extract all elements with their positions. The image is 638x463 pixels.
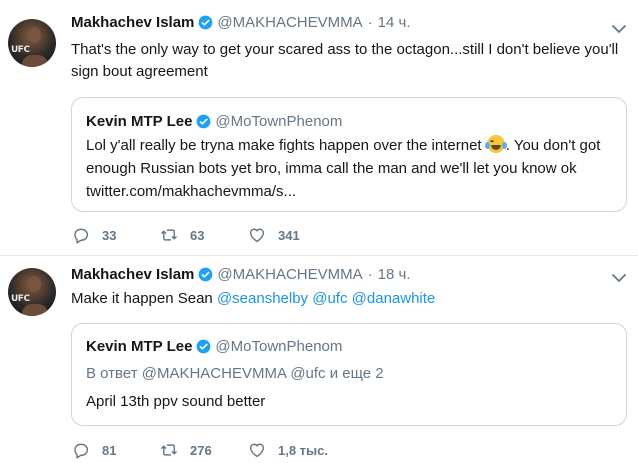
retweet-button[interactable]: 276 <box>160 441 248 459</box>
reply-button[interactable]: 33 <box>72 226 160 244</box>
verified-badge-icon <box>197 114 211 129</box>
avatar-body <box>22 55 48 67</box>
mention-link[interactable]: @ufc <box>312 290 347 307</box>
author-handle[interactable]: @MAKHACHEVMMA <box>217 266 362 283</box>
retweet-button[interactable]: 63 <box>160 226 248 244</box>
tweet[interactable]: UFC Makhachev Islam @MAKHACHEVMMA · 14 ч… <box>0 0 638 256</box>
quoted-author-name: Kevin MTP Lee <box>86 113 193 130</box>
retweet-icon <box>161 444 177 456</box>
quoted-tweet-header: Kevin MTP Lee @MoTownPhenom <box>86 338 342 355</box>
tweet-text-prefix: Make it happen Sean <box>71 290 217 307</box>
separator-dot: · <box>367 266 373 283</box>
avatar-head <box>28 27 41 43</box>
tweet-actions: 33 63 341 <box>72 226 336 244</box>
reply-button[interactable]: 81 <box>72 441 160 459</box>
tweet-text: That's the only way to get your scared a… <box>71 41 619 80</box>
timestamp[interactable]: 14 ч. <box>378 14 411 31</box>
reply-icon <box>74 228 89 244</box>
face-with-tears-of-joy-emoji <box>484 135 507 153</box>
chevron-down-icon[interactable] <box>612 273 626 283</box>
avatar[interactable]: UFC <box>8 19 56 67</box>
reply-count: 81 <box>102 442 117 458</box>
like-count: 1,8 тыс. <box>278 442 328 458</box>
quoted-tweet[interactable]: Kevin MTP Lee @MoTownPhenom Lol y'all re… <box>71 97 627 212</box>
reply-context: В ответ @MAKHACHEVMMA @ufc и еще 2 <box>86 365 384 382</box>
tweet-header: Makhachev Islam @MAKHACHEVMMA · 18 ч. <box>71 266 411 283</box>
quoted-author-handle: @MoTownPhenom <box>215 338 343 355</box>
verified-badge-icon <box>199 15 213 30</box>
like-button[interactable]: 1,8 тыс. <box>248 441 336 459</box>
mention-link[interactable]: @seanshelby <box>217 290 308 307</box>
retweet-count: 276 <box>190 442 212 458</box>
author-handle[interactable]: @MAKHACHEVMMA <box>217 14 362 31</box>
author-name[interactable]: Makhachev Islam <box>71 14 194 31</box>
retweet-count: 63 <box>190 227 205 243</box>
avatar-head <box>28 276 41 292</box>
separator-dot: · <box>367 14 373 31</box>
heart-icon <box>249 443 265 458</box>
quoted-tweet-text: Lol y'all really be tryna make fights ha… <box>86 134 616 203</box>
avatar-ufc-text: UFC <box>11 45 30 55</box>
chevron-down-icon[interactable] <box>612 24 626 34</box>
retweet-icon <box>161 229 177 241</box>
avatar-ufc-text: UFC <box>11 294 30 304</box>
tweet-header: Makhachev Islam @MAKHACHEVMMA · 14 ч. <box>71 14 411 31</box>
quoted-text-part-1: Lol y'all really be tryna make fights ha… <box>86 137 486 154</box>
reply-count: 33 <box>102 227 117 243</box>
reply-icon <box>74 443 89 459</box>
like-count: 341 <box>278 227 300 243</box>
quoted-tweet-text: April 13th ppv sound better <box>86 393 266 410</box>
author-name[interactable]: Makhachev Islam <box>71 266 194 283</box>
verified-badge-icon <box>199 267 213 282</box>
quoted-tweet-header: Kevin MTP Lee @MoTownPhenom <box>86 113 342 130</box>
avatar[interactable]: UFC <box>8 268 56 316</box>
quoted-author-handle: @MoTownPhenom <box>215 113 343 130</box>
tweet-text: Make it happen Sean @seanshelby @ufc @da… <box>71 288 626 310</box>
timestamp[interactable]: 18 ч. <box>378 266 411 283</box>
mention-link[interactable]: @danawhite <box>352 290 436 307</box>
verified-badge-icon <box>197 339 211 354</box>
quoted-tweet[interactable]: Kevin MTP Lee @MoTownPhenom В ответ @MAK… <box>71 323 627 426</box>
tweet-actions: 81 276 1,8 тыс. <box>72 441 336 459</box>
like-button[interactable]: 341 <box>248 226 336 244</box>
heart-icon <box>249 228 265 243</box>
quoted-author-name: Kevin MTP Lee <box>86 338 193 355</box>
avatar-body <box>22 304 48 316</box>
